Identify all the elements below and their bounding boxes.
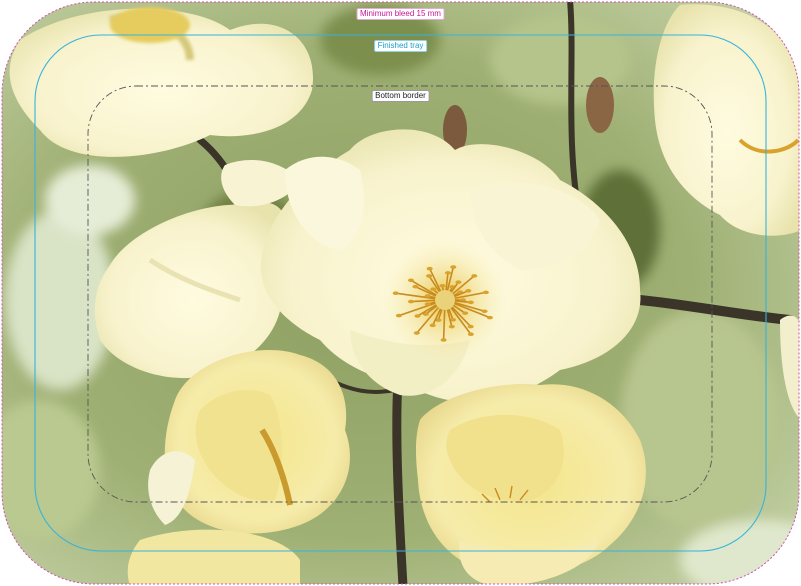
- minimum-bleed-label: Minimum bleed 15 mm: [356, 8, 445, 20]
- rose-photo: [2, 2, 799, 584]
- finished-tray-label: Finished tray: [373, 40, 428, 52]
- bottom-border-label: Bottom border: [371, 90, 430, 102]
- tray-template-artwork: [1, 1, 800, 585]
